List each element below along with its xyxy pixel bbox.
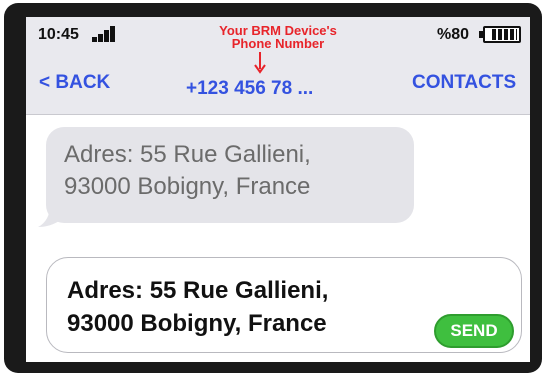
phone-screen: 10:45 Your BRM Device's Phone Number %80 xyxy=(26,17,530,362)
phone-frame: 10:45 Your BRM Device's Phone Number %80 xyxy=(4,3,542,373)
received-message-bubble: Adres: 55 Rue Gallieni, 93000 Bobigny, F… xyxy=(46,127,414,223)
contacts-button[interactable]: CONTACTS xyxy=(412,72,516,94)
received-message-line-1: Adres: 55 Rue Gallieni, xyxy=(64,141,311,168)
conversation-header: 10:45 Your BRM Device's Phone Number %80 xyxy=(26,17,530,115)
message-input-line-1: Adres: 55 Rue Gallieni, xyxy=(67,277,329,304)
recipient-phone-number[interactable]: +123 456 78 ... xyxy=(186,78,313,100)
battery-percentage: %80 xyxy=(437,26,470,43)
send-button[interactable]: SEND xyxy=(434,314,514,348)
arrow-down-icon xyxy=(254,52,266,74)
received-message-line-2: 93000 Bobigny, France xyxy=(64,173,311,200)
back-button[interactable]: < BACK xyxy=(39,72,110,94)
battery-icon xyxy=(479,26,521,43)
